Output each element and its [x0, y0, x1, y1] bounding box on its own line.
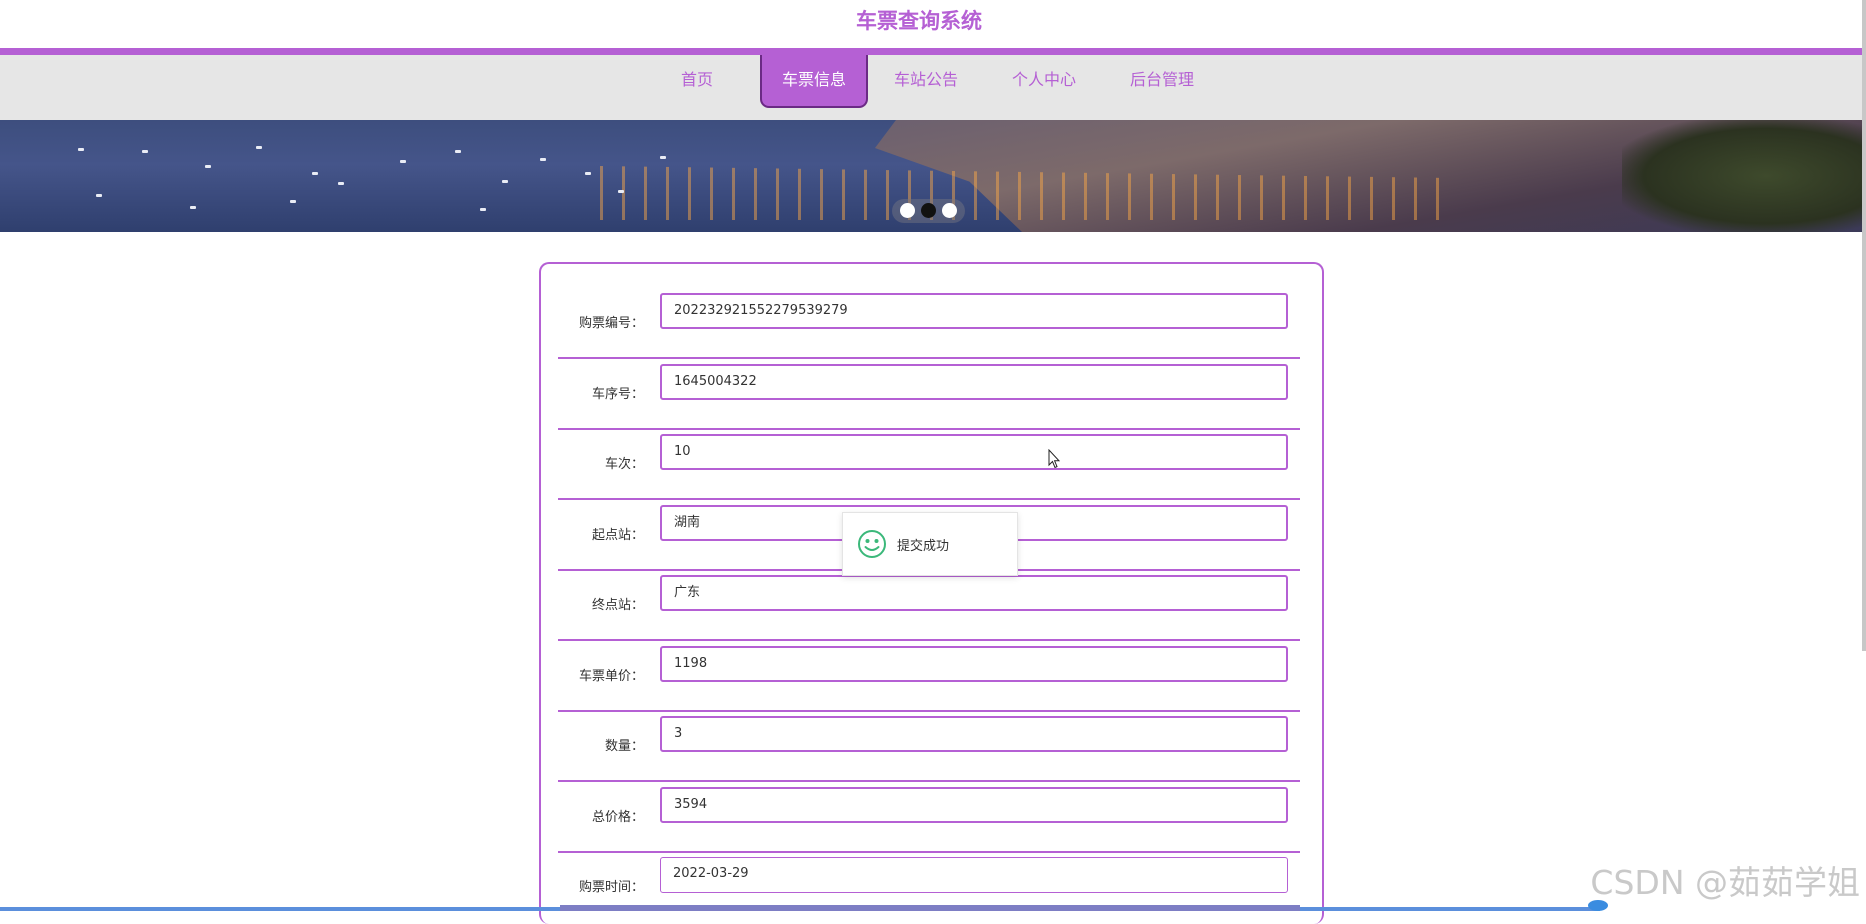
main-nav: 首页 车票信息 车站公告 个人中心 后台管理 — [0, 55, 1862, 120]
unit-price-field[interactable]: 1198 — [660, 646, 1288, 682]
toast-message: 提交成功 — [897, 539, 950, 554]
total-price-label: 总价格： — [591, 810, 644, 825]
page-scrollbar[interactable] — [1862, 0, 1866, 651]
submit-button-edge[interactable] — [560, 905, 1300, 911]
carousel-dot-3[interactable] — [942, 203, 957, 218]
carousel-dot-2[interactable] — [921, 203, 936, 218]
form-row-quantity: 数量： 3 — [558, 712, 1300, 782]
car-seq-field[interactable]: 1645004322 — [660, 364, 1288, 400]
quantity-label: 数量： — [604, 739, 644, 754]
banner-boats — [0, 120, 700, 232]
form-row-car-seq: 车序号： 1645004322 — [558, 360, 1300, 430]
form-row-train-no: 车次： 10 — [558, 430, 1300, 500]
row-divider — [558, 357, 1300, 359]
ticket-number-label: 购票编号： — [578, 316, 644, 331]
nav-item-ticket-info[interactable]: 车票信息 — [760, 55, 868, 108]
ticket-number-field[interactable]: 202232921552279539279 — [660, 293, 1288, 329]
destination-field[interactable]: 广东 — [660, 575, 1288, 611]
nav-item-station-notice[interactable]: 车站公告 — [886, 55, 966, 108]
nav-item-home[interactable]: 首页 — [660, 55, 734, 108]
csdn-watermark: CSDN @茹茹学姐 — [1590, 863, 1860, 902]
row-divider — [558, 498, 1300, 500]
site-title: 车票查询系统 — [856, 9, 982, 33]
unit-price-label: 车票单价： — [578, 669, 644, 684]
smile-icon — [858, 530, 886, 558]
purchase-time-field[interactable]: 2022-03-29 — [660, 857, 1288, 893]
train-no-label: 车次： — [604, 457, 644, 472]
train-no-field[interactable]: 10 — [660, 434, 1288, 470]
form-row-ticket-number: 购票编号： 202232921552279539279 — [558, 289, 1300, 359]
form-row-destination: 终点站： 广东 — [558, 571, 1300, 641]
carousel-dot-1[interactable] — [900, 203, 915, 218]
destination-label: 终点站： — [591, 598, 644, 613]
banner-trees — [1622, 120, 1862, 232]
form-row-purchase-time: 购票时间： 2022-03-29 — [558, 853, 1300, 923]
form-row-total-price: 总价格： 3594 — [558, 783, 1300, 853]
carousel-indicators — [892, 199, 965, 223]
origin-label: 起点站： — [591, 528, 644, 543]
mouse-cursor-icon — [1048, 449, 1060, 469]
header-accent-bar — [0, 48, 1862, 55]
row-divider — [558, 780, 1300, 782]
total-price-field[interactable]: 3594 — [660, 787, 1288, 823]
car-seq-label: 车序号： — [591, 387, 644, 402]
row-divider — [558, 639, 1300, 641]
purchase-time-label: 购票时间： — [578, 880, 644, 895]
nav-item-personal-center[interactable]: 个人中心 — [1004, 55, 1084, 108]
nav-item-admin[interactable]: 后台管理 — [1120, 55, 1204, 108]
success-toast: 提交成功 — [842, 512, 1018, 576]
form-row-unit-price: 车票单价： 1198 — [558, 642, 1300, 712]
quantity-field[interactable]: 3 — [660, 716, 1288, 752]
